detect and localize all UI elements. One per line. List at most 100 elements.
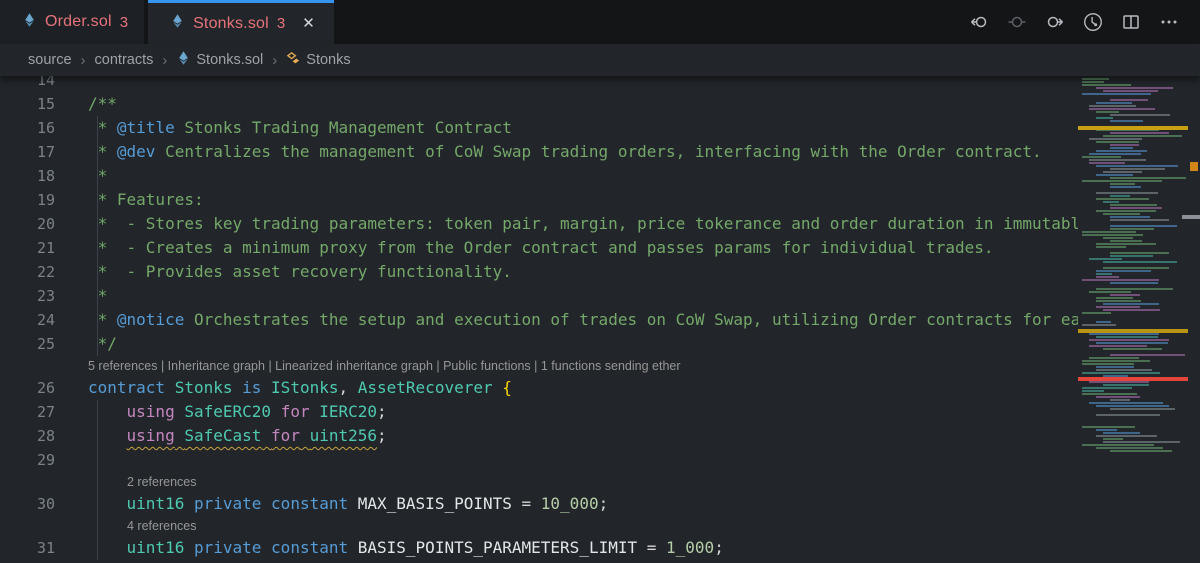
code-line-26: 26 contract Stonks is IStonks, AssetRecov…	[0, 376, 1078, 400]
code-line-20: 20 * - Stores key trading parameters: to…	[0, 212, 1078, 236]
minimap-line	[1082, 162, 1184, 164]
minimap-line	[1082, 381, 1184, 383]
minimap-line	[1082, 432, 1184, 434]
code-line-content[interactable]: uint16 private constant MAX_BASIS_POINTS…	[62, 492, 1078, 516]
breadcrumb-item-stonks-sol[interactable]: Stonks.sol	[176, 50, 263, 70]
minimap-line	[1082, 318, 1184, 320]
code-line-content[interactable]: uint16 private constant BASIS_POINTS_PAR…	[62, 536, 1078, 560]
split-editor-icon[interactable]	[1120, 11, 1142, 33]
navigate-back-icon[interactable]	[968, 11, 990, 33]
code-line-content[interactable]: * - Creates a minimum proxy from the Ord…	[62, 236, 1078, 260]
minimap-line	[1082, 213, 1184, 215]
minimap-line	[1082, 414, 1184, 416]
code-line-content[interactable]: using SafeCast for uint256;	[62, 424, 1078, 448]
indent-guide	[97, 400, 98, 560]
overview-ruler-marker	[1190, 162, 1198, 171]
minimap-line	[1082, 270, 1184, 272]
code-editor[interactable]: 14 15/** 16 * @title Stonks Trading Manage…	[0, 76, 1078, 563]
line-number: 27	[36, 403, 55, 421]
minimap-line	[1082, 273, 1184, 275]
more-actions-icon[interactable]	[1158, 11, 1180, 33]
code-line-24: 24 * @notice Orchestrates the setup and …	[0, 308, 1078, 332]
minimap-line	[1082, 84, 1184, 86]
breadcrumb-item-stonks[interactable]: Stonks	[286, 51, 351, 70]
minimap[interactable]	[1078, 76, 1200, 563]
line-number: 19	[36, 191, 55, 209]
code-line-15: 15 /**	[0, 92, 1078, 116]
minimap-line	[1082, 426, 1184, 428]
code-line-content[interactable]: /**	[62, 92, 1078, 116]
breadcrumb: source › contracts › Stonks.sol › Stonks	[0, 44, 1200, 76]
code-line-25: 25 */	[0, 332, 1078, 356]
code-line-content[interactable]: * @dev Centralizes the management of CoW…	[62, 140, 1078, 164]
minimap-line	[1082, 447, 1184, 449]
code-line-content[interactable]: *	[62, 164, 1078, 188]
minimap-line	[1082, 300, 1184, 302]
minimap-line	[1082, 120, 1184, 122]
editor-group: 14 15/** 16 * @title Stonks Trading Manage…	[0, 76, 1200, 563]
code-line-content[interactable]	[62, 76, 1078, 92]
minimap-line	[1082, 282, 1184, 284]
code-line-29: 29	[0, 448, 1078, 472]
minimap-line	[1082, 315, 1184, 317]
line-number: 24	[36, 311, 55, 329]
code-line-content[interactable]: *	[62, 284, 1078, 308]
minimap-line	[1082, 333, 1184, 335]
tab-problems-badge: 3	[276, 15, 286, 32]
navigate-forward-icon[interactable]	[1044, 11, 1066, 33]
run-or-debug-icon[interactable]	[1082, 11, 1104, 33]
minimap-line	[1082, 234, 1184, 236]
minimap-line	[1082, 390, 1184, 392]
minimap-line	[1082, 189, 1184, 191]
code-line-22: 22 * - Provides asset recovery functiona…	[0, 260, 1078, 284]
minimap-line	[1082, 159, 1184, 161]
minimap-line	[1082, 399, 1184, 401]
tab-order-sol[interactable]: Order.sol 3	[0, 0, 145, 44]
code-line-content[interactable]: contract Stonks is IStonks, AssetRecover…	[62, 376, 1078, 400]
line-number: 20	[36, 215, 55, 233]
code-line-21: 21 * - Creates a minimum proxy from the …	[0, 236, 1078, 260]
minimap-line	[1082, 96, 1184, 98]
breadcrumb-item-source[interactable]: source	[28, 52, 72, 68]
minimap-line	[1082, 285, 1184, 287]
line-number: 28	[36, 427, 55, 445]
minimap-line	[1082, 144, 1184, 146]
minimap-line	[1082, 438, 1184, 440]
minimap-line	[1082, 105, 1184, 107]
editor-tab-bar: Order.sol 3 Stonks.sol 3 ✕	[0, 0, 1200, 44]
code-line-content[interactable]: using SafeERC20 for IERC20;	[62, 400, 1078, 424]
code-line-17: 17 * @dev Centralizes the management of …	[0, 140, 1078, 164]
minimap-line	[1082, 186, 1184, 188]
breadcrumb-item-contracts[interactable]: contracts	[95, 52, 154, 68]
codelens-row[interactable]: 5 references | Inheritance graph | Linea…	[62, 356, 681, 376]
code-line-content[interactable]: * - Stores key trading parameters: token…	[62, 212, 1078, 236]
minimap-line	[1082, 198, 1184, 200]
code-line-content[interactable]: * Features:	[62, 188, 1078, 212]
tab-stonks-sol[interactable]: Stonks.sol 3 ✕	[148, 0, 334, 44]
minimap-line	[1082, 339, 1184, 341]
minimap-highlight-band	[1078, 126, 1188, 130]
codelens-row[interactable]: 2 references	[62, 472, 196, 492]
code-line-content[interactable]: * @title Stonks Trading Management Contr…	[62, 116, 1078, 140]
minimap-line	[1082, 408, 1184, 410]
minimap-line	[1082, 252, 1184, 254]
minimap-line	[1082, 303, 1184, 305]
code-line-23: 23 *	[0, 284, 1078, 308]
minimap-line	[1082, 297, 1184, 299]
line-number: 14	[36, 76, 55, 89]
minimap-line	[1082, 180, 1184, 182]
minimap-line	[1082, 108, 1184, 110]
minimap-line	[1082, 369, 1184, 371]
code-line-content[interactable]: * - Provides asset recovery functionalit…	[62, 260, 1078, 284]
codelens-row[interactable]: 4 references	[62, 516, 196, 536]
code-line-content[interactable]: * @notice Orchestrates the setup and exe…	[62, 308, 1078, 332]
code-line-content[interactable]: */	[62, 332, 1078, 356]
minimap-highlight-band	[1078, 329, 1188, 333]
minimap-line	[1082, 219, 1184, 221]
minimap-line	[1082, 204, 1184, 206]
tab-close-button[interactable]: ✕	[299, 14, 318, 33]
ethereum-file-icon	[22, 12, 37, 33]
code-line-content[interactable]	[62, 448, 1078, 472]
line-number: 29	[36, 451, 55, 469]
minimap-line	[1082, 165, 1184, 167]
